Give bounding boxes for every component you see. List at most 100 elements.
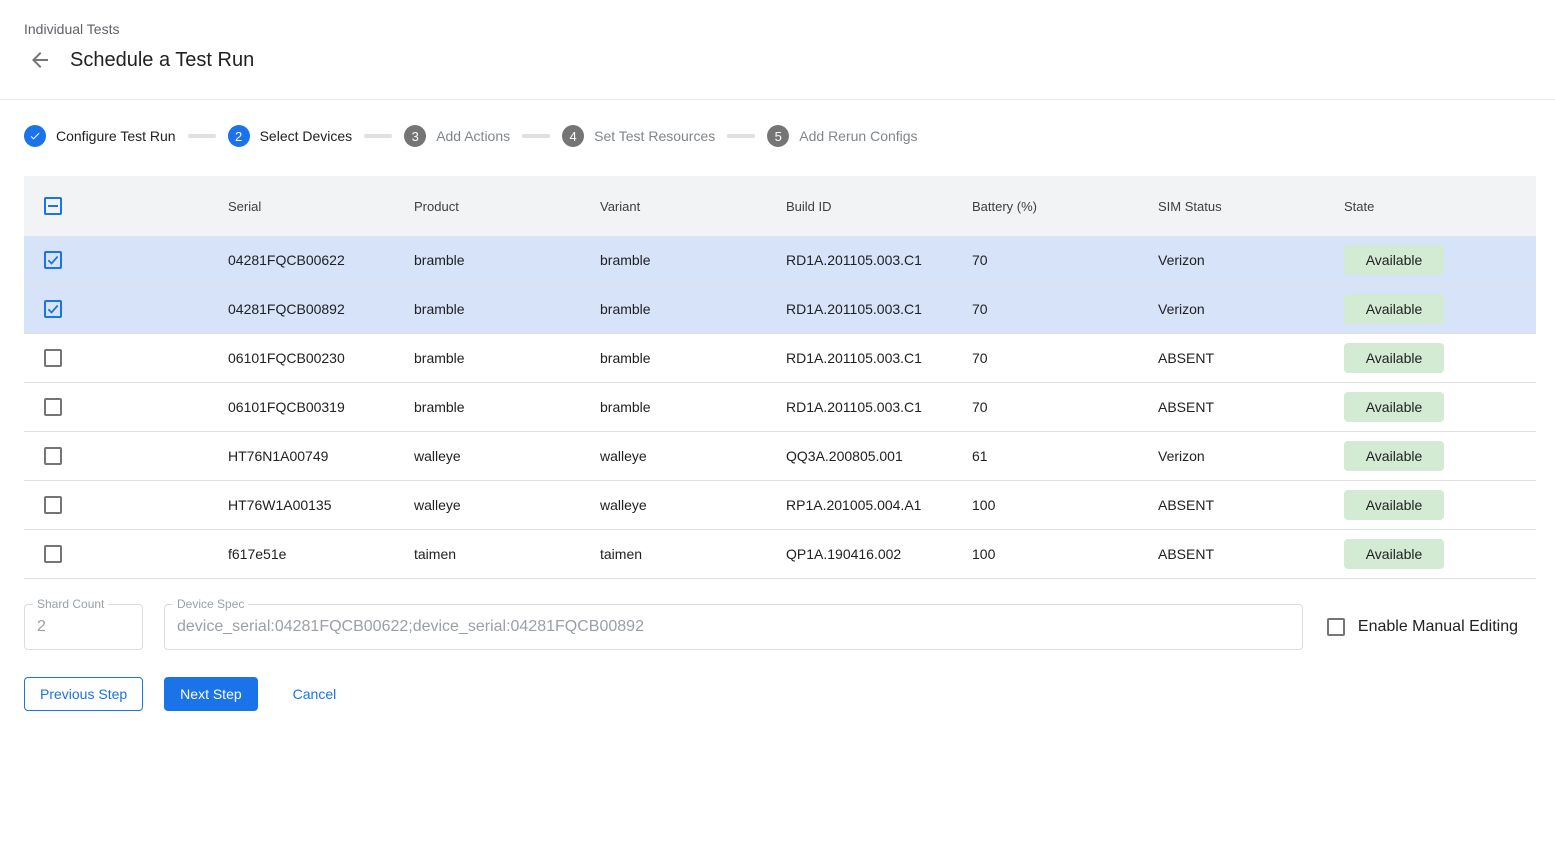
cell-battery: 61 [972, 448, 1158, 464]
device-spec-label: Device Spec [173, 597, 248, 611]
row-checkbox[interactable] [44, 251, 62, 269]
back-button[interactable] [28, 48, 52, 72]
state-chip: Available [1344, 539, 1444, 569]
cell-build-id: RD1A.201105.003.C1 [786, 399, 972, 415]
next-step-button[interactable]: Next Step [164, 677, 257, 711]
device-spec-field[interactable]: Device Spec device_serial:04281FQCB00622… [164, 604, 1303, 650]
stepper-step-add-actions[interactable]: 3 Add Actions [404, 125, 510, 147]
cell-product: bramble [414, 301, 600, 317]
state-chip: Available [1344, 441, 1444, 471]
previous-step-button[interactable]: Previous Step [24, 677, 143, 711]
cell-sim-status: ABSENT [1158, 350, 1344, 366]
state-chip: Available [1344, 392, 1444, 422]
column-header-variant: Variant [600, 199, 786, 214]
cell-product: bramble [414, 350, 600, 366]
cell-battery: 70 [972, 252, 1158, 268]
cell-build-id: RD1A.201105.003.C1 [786, 350, 972, 366]
shard-count-label: Shard Count [33, 597, 108, 611]
cell-sim-status: ABSENT [1158, 546, 1344, 562]
table-row[interactable]: HT76N1A00749walleyewalleyeQQ3A.200805.00… [24, 432, 1536, 481]
row-checkbox[interactable] [44, 545, 62, 563]
cell-battery: 100 [972, 546, 1158, 562]
table-row[interactable]: 04281FQCB00622bramblebrambleRD1A.201105.… [24, 236, 1536, 285]
cell-sim-status: Verizon [1158, 252, 1344, 268]
stepper: Configure Test Run 2 Select Devices 3 Add Ac… [24, 124, 1555, 148]
cell-product: bramble [414, 252, 600, 268]
breadcrumb: Individual Tests [24, 21, 1555, 37]
cell-sim-status: ABSENT [1158, 399, 1344, 415]
shard-count-field[interactable]: Shard Count 2 [24, 604, 143, 650]
table-row[interactable]: f617e51etaimentaimenQP1A.190416.002100AB… [24, 530, 1536, 579]
cell-product: taimen [414, 546, 600, 562]
stepper-step-set-test-resources[interactable]: 4 Set Test Resources [562, 125, 715, 147]
column-header-product: Product [414, 199, 600, 214]
table-row[interactable]: 04281FQCB00892bramblebrambleRD1A.201105.… [24, 285, 1536, 334]
cell-battery: 70 [972, 399, 1158, 415]
state-chip: Available [1344, 294, 1444, 324]
cell-variant: bramble [600, 399, 786, 415]
step-label: Configure Test Run [56, 128, 176, 144]
cell-product: bramble [414, 399, 600, 415]
state-chip: Available [1344, 245, 1444, 275]
step-number-badge: 2 [228, 125, 250, 147]
step-number-badge: 4 [562, 125, 584, 147]
cell-product: walleye [414, 497, 600, 513]
cell-variant: taimen [600, 546, 786, 562]
step-connector [188, 134, 216, 138]
table-row[interactable]: HT76W1A00135walleyewalleyeRP1A.201005.00… [24, 481, 1536, 530]
step-label: Set Test Resources [594, 128, 715, 144]
cell-serial: 06101FQCB00319 [228, 399, 414, 415]
page-title: Schedule a Test Run [70, 49, 254, 72]
column-header-sim-status: SIM Status [1158, 199, 1344, 214]
row-checkbox[interactable] [44, 496, 62, 514]
column-header-serial: Serial [228, 199, 414, 214]
cell-build-id: QP1A.190416.002 [786, 546, 972, 562]
device-table: Serial Product Variant Build ID Battery … [24, 176, 1536, 579]
cell-serial: f617e51e [228, 546, 414, 562]
row-checkbox[interactable] [44, 349, 62, 367]
cell-build-id: RP1A.201005.004.A1 [786, 497, 972, 513]
row-checkbox[interactable] [44, 447, 62, 465]
cell-build-id: QQ3A.200805.001 [786, 448, 972, 464]
enable-manual-editing-toggle[interactable]: Enable Manual Editing [1327, 618, 1518, 636]
step-connector [522, 134, 550, 138]
enable-manual-editing-label: Enable Manual Editing [1358, 618, 1518, 636]
select-all-checkbox[interactable] [44, 197, 62, 215]
cell-battery: 70 [972, 301, 1158, 317]
row-checkbox[interactable] [44, 300, 62, 318]
cell-serial: 04281FQCB00892 [228, 301, 414, 317]
cell-serial: HT76N1A00749 [228, 448, 414, 464]
column-header-state: State [1344, 199, 1536, 214]
row-checkbox[interactable] [44, 398, 62, 416]
table-header-row: Serial Product Variant Build ID Battery … [24, 176, 1536, 236]
cell-variant: bramble [600, 252, 786, 268]
step-check-icon [24, 125, 46, 147]
cell-variant: bramble [600, 350, 786, 366]
step-connector [364, 134, 392, 138]
header-divider [0, 99, 1555, 100]
stepper-step-add-rerun-configs[interactable]: 5Add Rerun Configs [767, 125, 917, 147]
cell-variant: bramble [600, 301, 786, 317]
step-label: Select Devices [260, 128, 353, 144]
cell-build-id: RD1A.201105.003.C1 [786, 301, 972, 317]
stepper-step-configure-test-run[interactable]: Configure Test Run [24, 125, 176, 147]
state-chip: Available [1344, 343, 1444, 373]
step-label: Add Actions [436, 128, 510, 144]
cell-variant: walleye [600, 448, 786, 464]
cell-battery: 100 [972, 497, 1158, 513]
indeterminate-dash-icon [48, 205, 58, 207]
table-row[interactable]: 06101FQCB00230bramblebrambleRD1A.201105.… [24, 334, 1536, 383]
table-row[interactable]: 06101FQCB00319bramblebrambleRD1A.201105.… [24, 383, 1536, 432]
cell-sim-status: Verizon [1158, 448, 1344, 464]
cell-build-id: RD1A.201105.003.C1 [786, 252, 972, 268]
step-connector [727, 134, 755, 138]
cell-serial: HT76W1A00135 [228, 497, 414, 513]
cell-product: walleye [414, 448, 600, 464]
state-chip: Available [1344, 490, 1444, 520]
cancel-button[interactable]: Cancel [277, 677, 353, 711]
enable-manual-editing-checkbox[interactable] [1327, 618, 1345, 636]
arrow-back-icon [28, 48, 52, 72]
cell-serial: 04281FQCB00622 [228, 252, 414, 268]
step-number-badge: 3 [404, 125, 426, 147]
stepper-step-select-devices[interactable]: 2 Select Devices [228, 125, 353, 147]
